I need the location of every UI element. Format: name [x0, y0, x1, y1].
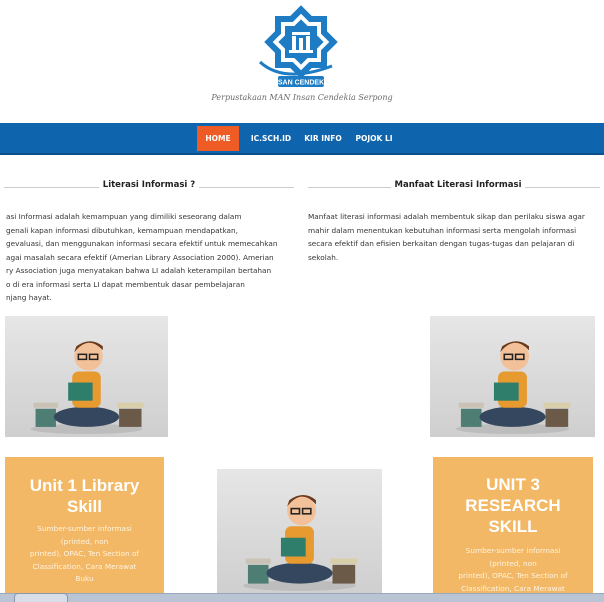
- left-section-heading: Literasi Informasi ?: [4, 180, 294, 194]
- reading-student-icon: [455, 341, 571, 434]
- unit-3-card[interactable]: UNIT 3 RESEARCH SKILL Sumber-sumber info…: [433, 457, 593, 593]
- main-navbar: HOME IC.SCH.ID KIR INFO POJOK LI: [0, 123, 604, 155]
- nav-item-kir-info[interactable]: KIR INFO: [300, 126, 346, 151]
- reading-student-illustration-left[interactable]: [5, 316, 168, 437]
- site-tagline: Perpustakaan MAN Insan Cendekia Serpong: [211, 93, 393, 102]
- insan-cendekia-logo-icon[interactable]: INSAN CENDEKIA: [254, 4, 348, 92]
- nav-item-pojok-li[interactable]: POJOK LI: [350, 126, 398, 151]
- unit-1-card-title: Unit 1 Library Skill: [29, 476, 140, 516]
- nav-item-home[interactable]: HOME: [197, 126, 239, 151]
- unit-1-card[interactable]: Unit 1 Library Skill Sumber-sumber infor…: [5, 457, 164, 593]
- reading-student-illustration-right[interactable]: [430, 316, 595, 437]
- nav-item-ic-sch-id[interactable]: IC.SCH.ID: [244, 126, 298, 151]
- left-section-text: asi Informasi adalah kemampuan yang dimi…: [6, 212, 278, 302]
- right-section-text: Manfaat literasi informasi adalah memben…: [308, 212, 585, 262]
- unit-1-card-description: Sumber-sumber informasi (printed, non pr…: [29, 524, 140, 583]
- reading-student-icon: [242, 495, 358, 591]
- right-section-heading: Manfaat Literasi Informasi: [308, 180, 604, 194]
- logo-wordmark: INSAN CENDEKIA: [271, 80, 331, 87]
- unit-3-card-description: Sumber-sumber informasi (printed, non pr…: [458, 546, 568, 593]
- unit-3-card-title: UNIT 3 RESEARCH SKILL: [465, 475, 561, 536]
- reading-student-illustration-center[interactable]: [217, 469, 382, 594]
- reading-student-icon: [30, 341, 144, 434]
